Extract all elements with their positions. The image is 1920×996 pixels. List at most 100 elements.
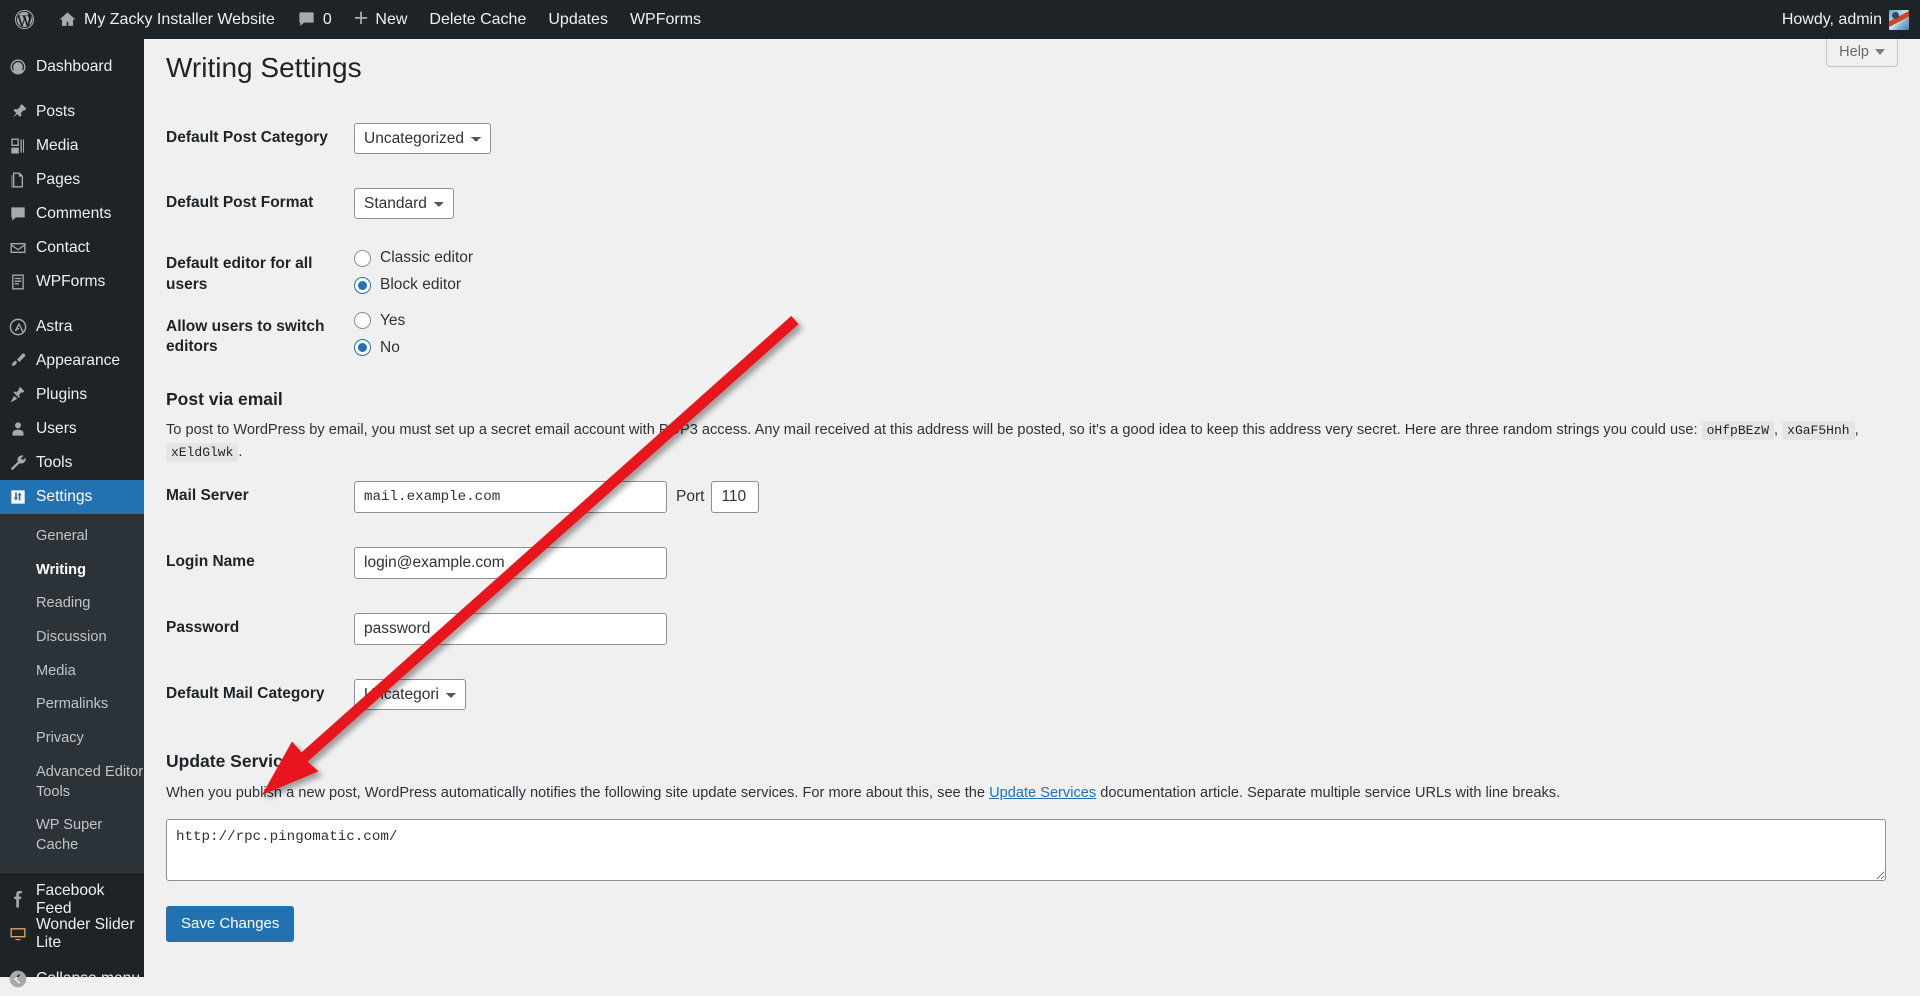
default-post-format-label: Default Post Format bbox=[166, 194, 314, 212]
comma-1: , bbox=[1774, 422, 1779, 439]
radio-circle-icon bbox=[354, 339, 371, 357]
radio-switch-no[interactable]: No bbox=[354, 339, 1910, 357]
update-services-heading: Update Services bbox=[166, 751, 303, 772]
comments-count: 0 bbox=[322, 10, 332, 28]
sidebar-item-label: Settings bbox=[36, 488, 93, 505]
updates-label: Updates bbox=[548, 10, 608, 28]
table-row-mail-server: Mail Server Port bbox=[144, 464, 1920, 530]
sidebar-subitem-general[interactable]: General bbox=[0, 520, 144, 554]
home-icon bbox=[58, 10, 77, 29]
facebook-icon bbox=[0, 890, 36, 910]
default-mail-category-select[interactable]: Uncategorized bbox=[354, 679, 466, 711]
sidebar-item-users[interactable]: Users bbox=[0, 412, 144, 446]
radio-circle-icon bbox=[354, 312, 371, 330]
radio-circle-icon bbox=[354, 276, 371, 294]
radio-block-editor[interactable]: Block editor bbox=[354, 276, 1910, 294]
delete-cache-label: Delete Cache bbox=[429, 10, 527, 28]
sidebar-item-label: Plugins bbox=[36, 386, 88, 403]
main-content: Help Writing Settings Default Post Categ… bbox=[144, 39, 1920, 977]
sidebar-item-pages[interactable]: Pages bbox=[0, 163, 144, 197]
radio-label: No bbox=[380, 338, 400, 356]
update-services-text-after: documentation article. Separate multiple… bbox=[1100, 784, 1561, 801]
sidebar-item-media[interactable]: Media bbox=[0, 129, 144, 163]
help-button[interactable]: Help bbox=[1826, 39, 1898, 67]
sidebar-subitem-wp-super-cache[interactable]: WP Super Cache bbox=[0, 809, 144, 862]
update-services-textarea[interactable]: http://rpc.pingomatic.com/ bbox=[166, 818, 1886, 881]
sidebar-item-wonder-slider-lite[interactable]: Wonder Slider Lite bbox=[0, 916, 144, 951]
admin-sidebar-menu: Dashboard Posts Media Pages Comments Con… bbox=[0, 39, 152, 987]
updates-menu[interactable]: Updates bbox=[537, 0, 619, 39]
sidebar-subitem-writing[interactable]: Writing bbox=[0, 554, 144, 588]
update-services-description: When you publish a new post, WordPress a… bbox=[144, 774, 1920, 805]
default-post-category-label: Default Post Category bbox=[166, 129, 328, 147]
sidebar-item-tools[interactable]: Tools bbox=[0, 446, 144, 480]
sidebar-item-astra[interactable]: Astra bbox=[0, 310, 144, 344]
radio-label: Block editor bbox=[380, 276, 461, 294]
collapse-menu-button[interactable]: Collapse menu bbox=[0, 962, 144, 996]
site-name-menu[interactable]: My Zacky Installer Website bbox=[47, 0, 286, 39]
help-label: Help bbox=[1839, 44, 1869, 60]
sidebar-item-settings[interactable]: Settings bbox=[0, 480, 152, 514]
my-account-menu[interactable]: Howdy, admin bbox=[1771, 0, 1920, 39]
sidebar-item-posts[interactable]: Posts bbox=[0, 95, 144, 129]
save-changes-button[interactable]: Save Changes bbox=[166, 905, 295, 942]
sidebar-subitem-permalinks[interactable]: Permalinks bbox=[0, 688, 144, 722]
radio-classic-editor[interactable]: Classic editor bbox=[354, 249, 1910, 267]
radio-circle-icon bbox=[354, 249, 371, 267]
settings-submenu: General Writing Reading Discussion Media… bbox=[0, 514, 144, 872]
wordpress-logo-button[interactable] bbox=[0, 0, 47, 39]
pages-icon bbox=[0, 170, 36, 190]
collapse-menu-label: Collapse menu bbox=[36, 969, 141, 987]
sidebar-item-plugins[interactable]: Plugins bbox=[0, 378, 144, 412]
random-string-3: xEldGlwk bbox=[166, 443, 239, 463]
sidebar-item-label: Astra bbox=[36, 318, 73, 335]
sidebar-item-label: WPForms bbox=[36, 273, 106, 290]
table-row-default-post-format: Default Post Format Standard bbox=[144, 171, 1920, 236]
user-icon bbox=[0, 419, 36, 439]
default-post-format-select[interactable]: Standard bbox=[354, 188, 454, 220]
settings-sliders-icon bbox=[0, 487, 36, 507]
sidebar-item-wpforms[interactable]: WPForms bbox=[0, 265, 144, 299]
sidebar-item-label: Tools bbox=[36, 454, 73, 471]
new-content-menu[interactable]: + New bbox=[343, 0, 419, 39]
table-row-login-name: Login Name bbox=[144, 530, 1920, 596]
sidebar-subitem-reading[interactable]: Reading bbox=[0, 587, 144, 621]
sidebar-item-label: Contact bbox=[36, 239, 90, 256]
sidebar-item-comments[interactable]: Comments bbox=[0, 197, 144, 231]
period: . bbox=[238, 444, 243, 461]
sidebar-item-facebook-feed[interactable]: Facebook Feed bbox=[0, 881, 144, 917]
wpforms-menu[interactable]: WPForms bbox=[619, 0, 712, 39]
comments-menu[interactable]: 0 bbox=[286, 0, 343, 39]
password-input[interactable] bbox=[354, 613, 667, 646]
comment-bubble-icon bbox=[297, 10, 316, 29]
new-label: New bbox=[375, 10, 408, 28]
sidebar-item-label: Appearance bbox=[36, 352, 121, 369]
login-name-input[interactable] bbox=[354, 547, 667, 580]
plug-icon bbox=[0, 385, 36, 405]
radio-switch-yes[interactable]: Yes bbox=[354, 312, 1910, 330]
sidebar-item-contact[interactable]: Contact bbox=[0, 231, 144, 265]
sidebar-item-dashboard[interactable]: Dashboard bbox=[0, 50, 144, 84]
sidebar-item-appearance[interactable]: Appearance bbox=[0, 344, 144, 378]
default-post-category-select[interactable]: Uncategorized bbox=[354, 123, 491, 155]
port-input[interactable] bbox=[711, 481, 760, 514]
default-mail-category-label: Default Mail Category bbox=[166, 685, 325, 703]
sidebar-subitem-privacy[interactable]: Privacy bbox=[0, 722, 144, 756]
radio-label: Yes bbox=[380, 311, 406, 329]
post-via-email-form-table: Mail Server Port Login Name Password bbox=[144, 464, 1920, 727]
update-services-link[interactable]: Update Services bbox=[989, 785, 1096, 801]
site-name-label: My Zacky Installer Website bbox=[84, 10, 275, 28]
table-row-default-post-category: Default Post Category Uncategorized bbox=[144, 106, 1920, 171]
default-editor-label: Default editor for all users bbox=[166, 255, 313, 293]
sidebar-subitem-discussion[interactable]: Discussion bbox=[0, 621, 144, 655]
sidebar-item-label: Users bbox=[36, 420, 77, 437]
delete-cache-button[interactable]: Delete Cache bbox=[418, 0, 537, 39]
mail-server-input[interactable] bbox=[354, 481, 667, 514]
switch-editors-label: Allow users to switch editors bbox=[166, 317, 325, 355]
sidebar-subitem-advanced-editor-tools[interactable]: Advanced Editor Tools bbox=[0, 756, 144, 809]
password-label: Password bbox=[166, 619, 240, 637]
comment-bubble-icon bbox=[0, 204, 36, 224]
sidebar-item-label: Facebook Feed bbox=[36, 881, 105, 917]
astra-circle-icon bbox=[0, 317, 36, 337]
sidebar-subitem-media[interactable]: Media bbox=[0, 655, 144, 689]
